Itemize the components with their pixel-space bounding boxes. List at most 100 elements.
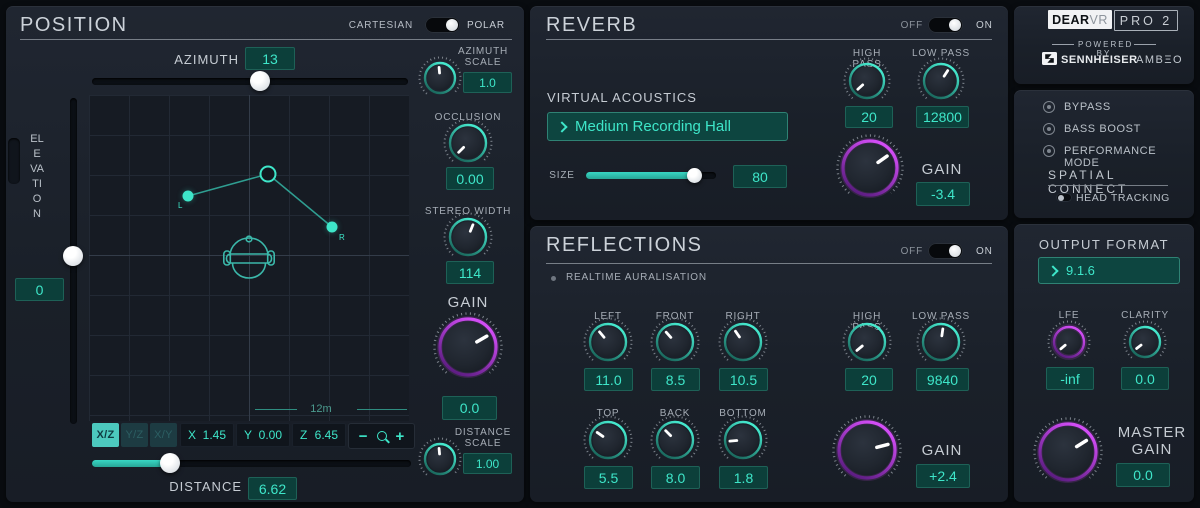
head-tracking-toggle[interactable] (1056, 193, 1072, 202)
zoom-in-button[interactable]: + (396, 428, 405, 445)
y-coordinate-field[interactable]: Y 0.00 (236, 423, 290, 447)
tab-xy[interactable]: X/Y (150, 423, 177, 447)
reverb-on-off-toggle[interactable] (928, 17, 963, 33)
distance-value[interactable]: 6.62 (248, 477, 297, 500)
dearvr-pro2-plugin-window: POSITION CARTESIAN POLAR AZIMUTH 13 ELEV… (0, 0, 1200, 508)
azimuth-slider-handle[interactable] (250, 71, 270, 91)
size-value[interactable]: 80 (733, 165, 787, 188)
stereo-width-knob[interactable] (441, 210, 495, 264)
reflections-lowpass-knob[interactable] (914, 315, 968, 369)
pro2-badge: PRO 2 (1114, 10, 1178, 31)
zoom-out-button[interactable]: − (359, 428, 368, 445)
reverb-preset-dropdown[interactable]: Medium Recording Hall (547, 112, 788, 141)
reflections-title-rule (546, 263, 992, 264)
elevation-value[interactable]: 0 (15, 278, 64, 301)
reflections-left-knob[interactable] (581, 315, 635, 369)
reflections-gain-value[interactable]: +2.4 (916, 464, 970, 488)
powered-by-line-left (1052, 44, 1074, 45)
stereo-width-value[interactable]: 114 (446, 261, 494, 284)
powered-by-line-right (1134, 44, 1156, 45)
position-gain-knob[interactable] (431, 310, 505, 384)
bypass-label: BYPASS (1064, 101, 1111, 113)
listener-head-icon (223, 235, 275, 281)
reflections-right-value[interactable]: 10.5 (719, 368, 768, 391)
size-slider-handle[interactable] (687, 168, 702, 183)
cartesian-polar-toggle[interactable] (425, 17, 460, 33)
grid-range-indicator (8, 138, 20, 184)
lfe-knob[interactable] (1045, 318, 1093, 366)
source-marker-center[interactable] (260, 166, 277, 183)
cartesian-label: CARTESIAN (306, 20, 413, 31)
reflections-on-off-toggle[interactable] (928, 243, 963, 259)
reflections-off-label: OFF (880, 246, 923, 257)
reflections-front-value[interactable]: 8.5 (651, 368, 700, 391)
bypass-radio[interactable] (1043, 101, 1055, 113)
position-panel: POSITION CARTESIAN POLAR AZIMUTH 13 ELEV… (6, 6, 524, 502)
reflections-bottom-value[interactable]: 1.8 (719, 466, 768, 489)
bass-boost-radio[interactable] (1043, 123, 1055, 135)
reflections-bottom-knob[interactable] (716, 413, 770, 467)
distance-slider-handle[interactable] (160, 453, 180, 473)
master-gain-value[interactable]: 0.0 (1116, 463, 1170, 487)
realtime-indicator-dot (551, 276, 556, 281)
grid-ruler-label: 12m (297, 403, 345, 415)
reflections-lowpass-value[interactable]: 9840 (916, 368, 969, 391)
master-gain-label: MASTER GAIN (1110, 424, 1194, 458)
azimuth-value[interactable]: 13 (245, 47, 295, 70)
occlusion-knob[interactable] (441, 116, 495, 170)
reflections-back-knob[interactable] (648, 413, 702, 467)
x-coordinate-value: 1.45 (203, 428, 226, 442)
reflections-back-value[interactable]: 8.0 (651, 466, 700, 489)
occlusion-value[interactable]: 0.00 (446, 167, 494, 190)
clarity-value[interactable]: 0.0 (1121, 367, 1169, 390)
distance-label: DISTANCE (116, 479, 242, 494)
reflections-right-knob[interactable] (716, 315, 770, 369)
clarity-knob[interactable] (1121, 318, 1169, 366)
position-title-rule (20, 39, 512, 40)
reverb-gain-value[interactable]: -3.4 (916, 182, 970, 206)
reverb-off-label: OFF (880, 20, 923, 31)
reverb-highpass-value[interactable]: 20 (845, 106, 893, 128)
position-grid[interactable]: L R 12m (89, 95, 409, 421)
reverb-lowpass-knob[interactable] (915, 55, 967, 107)
distance-scale-value[interactable]: 1.00 (463, 453, 512, 474)
reverb-panel: REVERB OFF ON VIRTUAL ACOUSTICS Medium R… (530, 6, 1008, 220)
z-coordinate-field[interactable]: Z 6.45 (292, 423, 346, 447)
reverb-gain-knob[interactable] (834, 132, 906, 204)
source-marker-left[interactable] (183, 191, 194, 202)
elevation-slider-handle[interactable] (63, 246, 83, 266)
reverb-title-rule (546, 39, 992, 40)
chevron-right-icon (556, 121, 567, 132)
reflections-gain-knob[interactable] (830, 413, 904, 487)
options-panel: BYPASS BASS BOOST PERFORMANCE MODE SPATI… (1014, 90, 1194, 218)
reflections-top-knob[interactable] (581, 413, 635, 467)
source-marker-right[interactable] (327, 222, 338, 233)
lfe-value[interactable]: -inf (1046, 367, 1094, 390)
reverb-highpass-knob[interactable] (841, 55, 893, 107)
y-coordinate-label: Y (244, 428, 252, 442)
reflections-left-value[interactable]: 11.0 (584, 368, 633, 391)
reverb-on-label: ON (976, 20, 1006, 31)
x-coordinate-label: X (188, 428, 196, 442)
x-coordinate-field[interactable]: X 1.45 (180, 423, 234, 447)
position-gain-value[interactable]: 0.0 (442, 396, 497, 420)
reflections-on-label: ON (976, 246, 1006, 257)
reverb-lowpass-value[interactable]: 12800 (916, 106, 969, 128)
reflections-front-knob[interactable] (648, 315, 702, 369)
grid-zoom-controls: − + (348, 423, 415, 449)
tab-yz[interactable]: Y/Z (121, 423, 148, 447)
azimuth-label: AZIMUTH (111, 52, 239, 67)
distance-scale-knob[interactable] (416, 435, 464, 483)
grid-ruler-line-left (255, 409, 297, 410)
master-gain-knob[interactable] (1031, 415, 1105, 489)
reverb-preset-value: Medium Recording Hall (575, 118, 731, 135)
sennheiser-logo-icon (1042, 52, 1057, 65)
output-format-dropdown[interactable]: 9.1.6 (1038, 257, 1180, 284)
azimuth-scale-value[interactable]: 1.0 (463, 72, 512, 93)
reflections-top-value[interactable]: 5.5 (584, 466, 633, 489)
performance-mode-radio[interactable] (1043, 145, 1055, 157)
reflections-highpass-value[interactable]: 20 (845, 368, 893, 391)
head-tracking-label: HEAD TRACKING (1076, 192, 1170, 204)
reflections-highpass-knob[interactable] (840, 315, 894, 369)
tab-xz[interactable]: X/Z (92, 423, 119, 447)
